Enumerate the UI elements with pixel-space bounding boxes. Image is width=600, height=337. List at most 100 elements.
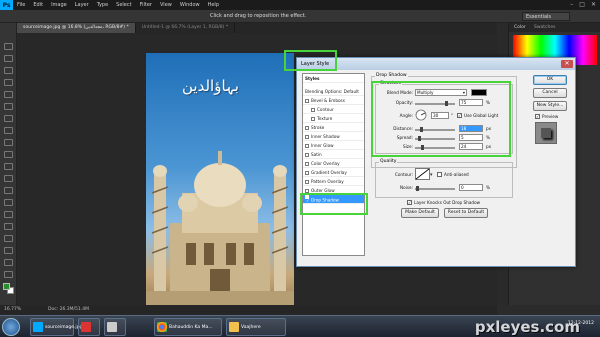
style-contour[interactable]: Contour — [303, 105, 364, 114]
watermark: pxleyes.com — [474, 318, 580, 336]
menu-layer[interactable]: Layer — [71, 0, 93, 10]
style-color-overlay[interactable]: Color Overlay — [303, 159, 364, 168]
style-gradient-overlay[interactable]: Gradient Overlay — [303, 168, 364, 177]
style-inner-shadow[interactable]: Inner Shadow — [303, 132, 364, 141]
style-pattern-overlay[interactable]: Pattern Overlay — [303, 177, 364, 186]
chrome-icon — [157, 322, 167, 332]
photoshop-icon — [33, 322, 43, 332]
dialog-close-icon[interactable]: ✕ — [561, 60, 573, 68]
taskbar-chrome[interactable]: Bahauddin Ka Ma... — [154, 318, 222, 336]
mausoleum-image — [146, 151, 294, 305]
menu-view[interactable]: View — [156, 0, 176, 10]
contour-preview-icon[interactable]: ▾ — [415, 168, 433, 180]
ps-logo: Ps — [0, 0, 13, 10]
taskbar-photoshop[interactable]: sourceimage.jpg... — [30, 318, 87, 336]
highlight-dialog-title — [284, 50, 337, 71]
doc-tab-source[interactable]: sourceimage.jpg @ 16.8% (مجدالدین، RGB/8… — [17, 23, 136, 33]
menu-filter[interactable]: Filter — [136, 0, 156, 10]
healing-tool-icon[interactable] — [4, 115, 13, 122]
doc-tab-untitled[interactable]: Untitled-1 @ 66.7% (Layer 1, RGB/8) * — [136, 23, 236, 33]
checkbox-icon[interactable] — [305, 143, 309, 148]
checkbox-icon[interactable] — [305, 188, 309, 193]
options-hint: Click and drag to reposition the effect. — [210, 13, 307, 19]
checkbox-icon[interactable] — [305, 152, 309, 157]
maximize-icon[interactable]: □ — [579, 1, 585, 8]
style-texture[interactable]: Texture — [303, 114, 364, 123]
document-canvas[interactable]: بہاؤالدین — [146, 53, 294, 305]
foreground-color-swatch[interactable] — [3, 283, 10, 290]
styles-header[interactable]: Styles — [303, 74, 364, 83]
taskbar-app-2[interactable] — [78, 318, 100, 336]
checkbox-icon[interactable] — [311, 116, 315, 121]
tab-color[interactable]: Color — [511, 24, 529, 31]
status-bar: 16.77% Doc: 26.3M/51.4M — [0, 305, 497, 315]
history-brush-tool-icon[interactable] — [4, 151, 13, 158]
checkbox-icon[interactable] — [305, 134, 309, 139]
noise-field[interactable]: 0 — [459, 184, 483, 191]
menu-type[interactable]: Type — [93, 0, 112, 10]
checkbox-icon[interactable] — [305, 170, 309, 175]
gradient-tool-icon[interactable] — [4, 175, 13, 182]
new-style-button[interactable]: New Style... — [533, 101, 567, 111]
minimize-icon[interactable]: – — [570, 1, 573, 8]
eraser-tool-icon[interactable] — [4, 163, 13, 170]
crop-tool-icon[interactable] — [4, 91, 13, 98]
drop-shadow-title: Drop Shadow — [375, 73, 408, 78]
checkbox-icon[interactable] — [305, 161, 309, 166]
hand-tool-icon[interactable] — [4, 259, 13, 266]
make-default-button[interactable]: Make Default — [401, 208, 439, 218]
anti-aliased-checkbox[interactable] — [437, 172, 442, 177]
marquee-tool-icon[interactable] — [4, 55, 13, 62]
type-tool-icon[interactable] — [4, 223, 13, 230]
menu-select[interactable]: Select — [112, 0, 135, 10]
menu-edit[interactable]: Edit — [29, 0, 47, 10]
checkbox-icon[interactable] — [305, 98, 309, 103]
zoom-level[interactable]: 16.77% — [4, 305, 21, 315]
cancel-button[interactable]: Cancel — [533, 88, 567, 98]
style-stroke[interactable]: Stroke — [303, 123, 364, 132]
pen-tool-icon[interactable] — [4, 211, 13, 218]
quick-select-tool-icon[interactable] — [4, 79, 13, 86]
brush-tool-icon[interactable] — [4, 127, 13, 134]
menu-image[interactable]: Image — [47, 0, 71, 10]
menu-file[interactable]: File — [13, 0, 29, 10]
taskbar-chrome-label: Bahauddin Ka Ma... — [169, 324, 213, 330]
reset-default-button[interactable]: Reset to Default — [444, 208, 488, 218]
menu-help[interactable]: Help — [204, 0, 223, 10]
noise-slider[interactable] — [415, 186, 455, 191]
highlight-structure-settings — [371, 81, 511, 157]
style-inner-glow[interactable]: Inner Glow — [303, 141, 364, 150]
dodge-tool-icon[interactable] — [4, 199, 13, 206]
taskbar-folder[interactable]: Vaajhere — [226, 318, 286, 336]
blending-options[interactable]: Blending Options: Default — [303, 87, 364, 96]
style-label: Color Overlay — [311, 161, 340, 166]
preview-swatch — [541, 128, 551, 138]
move-tool-icon[interactable] — [4, 43, 13, 50]
path-select-tool-icon[interactable] — [4, 235, 13, 242]
eyedropper-tool-icon[interactable] — [4, 103, 13, 110]
noise-slider-knob[interactable] — [416, 186, 419, 191]
knocks-out-checkbox[interactable]: ✓ — [407, 200, 412, 205]
taskbar-app-3[interactable] — [104, 318, 126, 336]
checkbox-icon[interactable] — [311, 107, 315, 112]
style-satin[interactable]: Satin — [303, 150, 364, 159]
ok-button[interactable]: OK — [533, 75, 567, 85]
lasso-tool-icon[interactable] — [4, 67, 13, 74]
options-bar: Click and drag to reposition the effect.… — [0, 10, 600, 23]
checkbox-icon[interactable] — [305, 125, 309, 130]
tab-swatches[interactable]: Swatches — [531, 24, 559, 31]
blur-tool-icon[interactable] — [4, 187, 13, 194]
checkbox-icon[interactable] — [305, 179, 309, 184]
zoom-tool-icon[interactable] — [4, 271, 13, 278]
style-bevel-emboss[interactable]: Bevel & Emboss — [303, 96, 364, 105]
noise-label: Noise: — [399, 185, 413, 190]
shape-tool-icon[interactable] — [4, 247, 13, 254]
close-icon[interactable]: ✕ — [591, 1, 596, 8]
window-controls: – □ ✕ — [570, 1, 596, 8]
menu-window[interactable]: Window — [176, 0, 204, 10]
workspace-switcher[interactable]: Essentials — [522, 12, 570, 21]
quality-title: Quality — [379, 159, 398, 164]
preview-checkbox[interactable]: ✓ — [535, 114, 540, 119]
clone-stamp-tool-icon[interactable] — [4, 139, 13, 146]
start-button-icon[interactable] — [2, 318, 20, 336]
